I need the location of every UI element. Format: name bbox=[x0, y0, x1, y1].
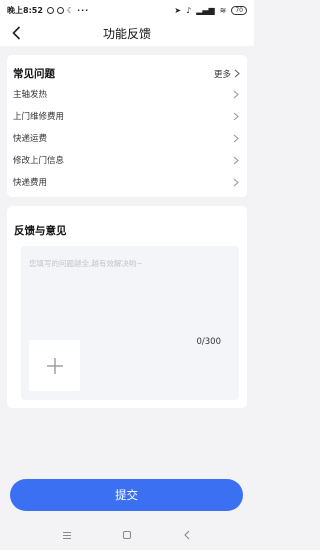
chevron-right-icon bbox=[233, 112, 239, 120]
faq-header: 常见问题 更多 bbox=[7, 55, 247, 83]
faq-item-label: 上门维修费用 bbox=[13, 112, 65, 122]
notification-circle-icon bbox=[46, 6, 54, 14]
back-triangle-icon bbox=[184, 530, 190, 540]
faq-list: 主轴发热 上门维修费用 快递运费 修改上门信息 快递费用 bbox=[7, 83, 247, 193]
signal-icon: ▂▄▆ bbox=[196, 5, 215, 15]
faq-title: 常见问题 bbox=[13, 68, 55, 80]
page-title: 功能反馈 bbox=[102, 26, 151, 41]
faq-item-label: 快递费用 bbox=[13, 178, 48, 188]
back-button[interactable] bbox=[8, 24, 24, 42]
home-square-icon bbox=[123, 531, 131, 539]
faq-item[interactable]: 上门维修费用 bbox=[13, 105, 239, 127]
feedback-title: 反馈与意见 bbox=[14, 225, 67, 237]
menu-button[interactable] bbox=[59, 527, 75, 543]
upload-image-button[interactable] bbox=[29, 340, 80, 391]
menu-icon bbox=[63, 531, 71, 539]
char-counter: 0/300 bbox=[196, 337, 222, 347]
status-time: 晚上8:52 bbox=[7, 5, 43, 15]
chevron-right-icon bbox=[233, 156, 239, 164]
feedback-placeholder: 您填写的问题越全,越有效解决哟~ bbox=[29, 259, 143, 268]
mute-icon: ♪ bbox=[186, 5, 192, 15]
feedback-textarea[interactable]: 您填写的问题越全,越有效解决哟~ 0/300 bbox=[21, 246, 239, 400]
chevron-right-icon bbox=[233, 90, 239, 98]
message-icon bbox=[56, 6, 64, 14]
more-dots-icon: ··· bbox=[77, 5, 90, 15]
faq-more-label: 更多 bbox=[213, 69, 231, 80]
system-nav-bar bbox=[0, 520, 254, 550]
status-system-icons: ➤ ♪ ▂▄▆ ≋ 70 bbox=[174, 5, 247, 15]
faq-item-label: 主轴发热 bbox=[13, 90, 48, 100]
status-bar: 晚上8:52 ☾ ··· ➤ ♪ ▂▄▆ ≋ 70 bbox=[0, 0, 254, 20]
location-icon: ➤ bbox=[174, 5, 182, 15]
faq-item-label: 快递运费 bbox=[13, 134, 48, 144]
faq-item-label: 修改上门信息 bbox=[13, 156, 65, 166]
faq-item[interactable]: 快递运费 bbox=[13, 127, 239, 149]
submit-button[interactable]: 提交 bbox=[10, 479, 243, 511]
chevron-right-icon bbox=[233, 134, 239, 142]
chevron-right-icon bbox=[234, 69, 240, 78]
faq-more-button[interactable]: 更多 bbox=[214, 68, 240, 80]
plus-icon bbox=[46, 357, 63, 374]
chevron-right-icon bbox=[233, 178, 239, 186]
wifi-icon: ≋ bbox=[219, 5, 227, 15]
status-notification-icons: ☾ ··· bbox=[46, 5, 90, 15]
home-button[interactable] bbox=[119, 527, 135, 543]
nav-bar: 功能反馈 bbox=[0, 20, 254, 46]
faq-item[interactable]: 主轴发热 bbox=[13, 83, 239, 105]
feedback-card: 反馈与意见 您填写的问题越全,越有效解决哟~ 0/300 bbox=[7, 206, 247, 408]
moon-icon: ☾ bbox=[66, 5, 75, 15]
faq-item[interactable]: 修改上门信息 bbox=[13, 149, 239, 171]
faq-item[interactable]: 快递费用 bbox=[13, 171, 239, 193]
battery-icon: 70 bbox=[231, 5, 247, 15]
faq-card: 常见问题 更多 主轴发热 上门维修费用 快递运费 修改上门信息 快递费用 bbox=[7, 55, 247, 197]
system-back-button[interactable] bbox=[179, 527, 195, 543]
chevron-left-icon bbox=[11, 26, 20, 40]
